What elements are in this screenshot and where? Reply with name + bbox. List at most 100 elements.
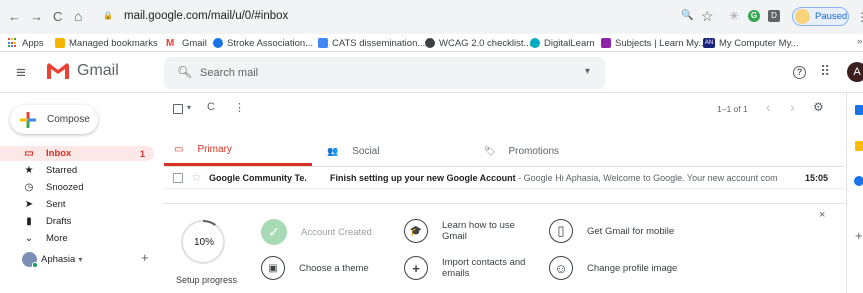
email-checkbox[interactable] [173,173,183,183]
setup-item-learn-gmail[interactable]: 🎓 Learn how to use Gmail [404,219,534,243]
bookmark-label: Managed bookmarks [69,37,158,49]
sidebar-item-more[interactable]: ⌄ More [0,231,154,246]
sidebar-item-label: Snoozed [46,182,84,193]
bookmark-my-computer[interactable]: AN My Computer My... [703,36,799,50]
profile-paused-button[interactable]: Paused [792,7,849,26]
setup-item-label: Learn how to use Gmail [442,220,515,242]
add-addon-icon[interactable]: + [855,228,863,243]
graduation-cap-icon: 🎓 [404,219,428,243]
older-button[interactable]: › [790,99,795,115]
tab-social[interactable]: 👥 Social [321,136,471,166]
url-text: mail.google.com/mail/u/0/#inbox [124,10,289,22]
bookmark-wcag-checklist[interactable]: WCAG 2.0 checklist... [425,36,531,50]
close-setup-icon[interactable]: × [819,209,825,221]
gmail-app: ≡ Gmail 🔍︎ Search mail ▾ ? ⠿ A Compose ▭… [0,53,863,293]
setup-item-import-contacts[interactable]: + Import contacts and emails [404,256,544,280]
help-icon[interactable]: ? [793,66,806,79]
bookmark-apps[interactable]: Apps [8,36,44,50]
star-icon: ★ [24,165,34,176]
bookmark-star-icon[interactable]: ☆ [701,8,714,25]
more-actions-button[interactable]: ⋮ [234,101,245,114]
setup-item-account-created: ✓ Account Created [261,219,391,245]
main-menu-icon[interactable]: ≡ [16,63,26,83]
email-sender: Google Community Te. [209,173,307,183]
bookmark-digitallearn[interactable]: DigitalLearn [530,36,595,50]
hangouts-caret-icon[interactable]: ▾ [78,255,82,264]
refresh-button[interactable]: C [207,101,215,113]
bookmark-label: CATS dissemination... [332,37,426,49]
sidebar-item-sent[interactable]: ➤ Sent [0,197,154,212]
email-row[interactable]: ☆ Google Community Te. Finish setting up… [164,167,844,189]
bookmark-label: Subjects | Learn My... [615,37,706,49]
account-circle-icon: ☺ [549,256,573,280]
tasks-icon[interactable] [854,176,863,186]
keep-icon[interactable] [855,141,863,151]
profile-status-label: Paused [815,11,848,22]
search-icon[interactable]: 🔍︎ [177,65,192,79]
sidebar-item-drafts[interactable]: ▮ Drafts [0,214,154,229]
side-panel: + [846,93,863,293]
inbox-unread-count: 1 [140,148,146,159]
search-input[interactable]: Search mail [200,67,258,79]
home-button[interactable]: ⌂ [74,9,82,23]
docs-icon [318,38,328,48]
image-icon: ▣ [261,256,285,280]
sidebar-item-label: More [46,233,68,244]
sidebar-item-snoozed[interactable]: ◷ Snoozed [0,180,154,195]
extension-d-icon[interactable]: D [768,10,780,22]
compose-button[interactable]: Compose [10,105,98,134]
hangouts-user[interactable]: Aphasia ▾ + [22,250,154,268]
setup-item-choose-theme[interactable]: ▣ Choose a theme [261,256,391,280]
tab-label: Promotions [508,145,560,157]
bookmark-subjects-learn-my[interactable]: Subjects | Learn My... [601,36,706,50]
gmail-logo[interactable]: Gmail [46,62,119,80]
bookmark-stroke-association[interactable]: Stroke Association... [213,36,313,50]
grammarly-extension-icon[interactable]: G [748,10,760,22]
address-bar[interactable]: 🔒 mail.google.com/mail/u/0/#inbox 🔍 ☆ ✳ … [97,5,763,29]
sidebar-item-starred[interactable]: ★ Starred [0,163,154,178]
zoom-icon[interactable]: 🔍 [681,10,693,21]
new-conversation-button[interactable]: + [141,250,149,265]
email-snippet: - Google Hi Aphasia, Welcome to Google. … [515,173,778,183]
tab-promotions[interactable]: 🏷 Promotions [478,136,628,166]
newer-button[interactable]: ‹ [766,99,771,115]
setup-progress-label: Setup progress [176,275,238,285]
apps-grid-icon [8,38,18,48]
browser-menu-icon[interactable]: ⋮ [856,10,863,24]
settings-gear-icon[interactable]: ⚙ [813,100,824,114]
reload-button[interactable]: C [53,10,62,24]
globe-icon [425,38,435,48]
draft-icon: ▮ [26,216,32,227]
tab-primary[interactable]: ▭ Primary [164,136,312,166]
back-button[interactable]: ← [8,10,21,24]
search-options-icon[interactable]: ▾ [585,66,590,77]
search-bar[interactable]: 🔍︎ Search mail ▾ [164,57,605,89]
sidebar-item-label: Inbox [46,148,72,159]
bookmark-managed-bookmarks[interactable]: Managed bookmarks [55,36,158,50]
extension-icon[interactable]: ✳ [729,9,739,23]
select-options-icon[interactable]: ▾ [187,103,191,112]
setup-item-label: Change profile image [587,262,678,274]
bookmark-cats-dissemination[interactable]: CATS dissemination... [318,36,425,50]
setup-item-label: Get Gmail for mobile [587,225,675,237]
select-all-checkbox[interactable] [173,104,183,114]
email-time: 15:05 [805,173,829,183]
account-avatar[interactable]: A [847,62,863,82]
setup-item-profile-image[interactable]: ☺ Change profile image [549,256,709,280]
clock-icon: ◷ [24,182,34,193]
sidebar-item-inbox[interactable]: ▭ Inbox 1 [0,146,154,161]
setup-item-gmail-mobile[interactable]: ▯ Get Gmail for mobile [549,219,699,243]
setup-progress-percent: 10% [194,237,215,248]
google-apps-icon[interactable]: ⠿ [820,63,830,80]
check-icon: ✓ [261,219,287,245]
forward-button[interactable]: → [30,10,43,24]
bookmark-label: WCAG 2.0 checklist... [439,37,532,49]
star-toggle-icon[interactable]: ☆ [191,170,202,184]
send-icon: ➤ [24,199,34,210]
bookmarks-overflow-icon[interactable]: » [857,36,862,47]
sidebar-item-label: Starred [46,165,78,176]
folder-icon [55,38,65,48]
bookmark-gmail[interactable]: M Gmail [166,36,207,50]
sidebar-item-label: Drafts [46,216,72,227]
calendar-icon[interactable] [855,105,863,115]
